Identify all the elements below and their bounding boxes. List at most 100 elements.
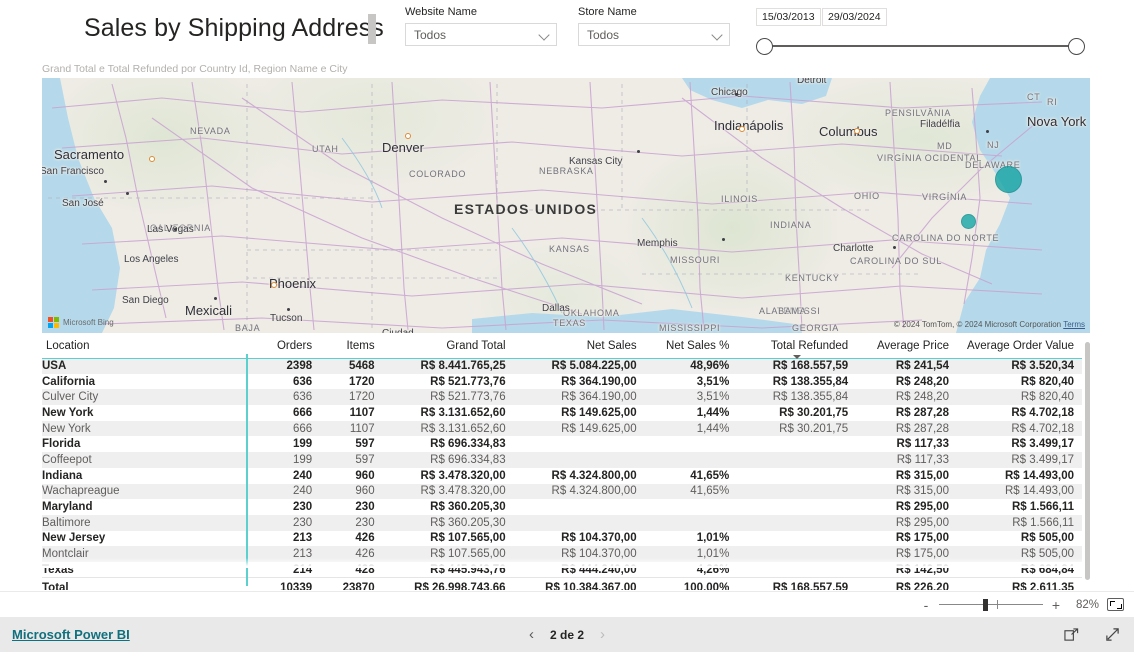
table-cell-location: Indiana xyxy=(42,469,83,482)
table-row[interactable]: Indiana 240 960 R$ 3.478.320,00 R$ 4.324.800… xyxy=(42,468,1082,484)
table-cell-total-refunded xyxy=(737,546,857,562)
table-cell-location: Maryland xyxy=(42,501,93,514)
date-end-field[interactable]: 29/03/2024 xyxy=(822,8,887,26)
date-range-chips: 15/03/2013 29/03/2024 xyxy=(750,8,1098,26)
table-cell-average-price: R$ 315,00 xyxy=(856,483,957,500)
zoom-slider-thumb[interactable] xyxy=(983,598,988,611)
column-header-grand-total[interactable]: Grand Total xyxy=(382,336,514,359)
table-cell-orders: 240 xyxy=(247,483,321,500)
fit-to-page-icon[interactable] xyxy=(1107,598,1124,611)
table-row[interactable]: Texas 214 428 R$ 445.943,76 R$ 444.240,00 4,2… xyxy=(42,562,1082,578)
table-cell-total-refunded xyxy=(737,531,856,547)
next-page-button[interactable]: › xyxy=(600,627,605,642)
table-row[interactable]: Montclair 213 426 R$ 107.565,00 R$ 104.370,0… xyxy=(42,546,1082,562)
table-cell-net-sales-pct xyxy=(645,436,738,452)
table-cell-net-sales-pct: 4,26% xyxy=(696,563,730,576)
fullscreen-icon[interactable] xyxy=(1105,627,1120,642)
total-row-location: Total xyxy=(42,577,248,590)
table-row[interactable]: Maryland 230 230 R$ 360.205,30 R$ 295,00 R$ 1… xyxy=(42,499,1082,515)
column-header-average-price[interactable]: Average Price xyxy=(856,336,957,359)
column-header-orders[interactable]: Orders xyxy=(247,336,321,359)
column-header-location[interactable]: Location xyxy=(42,336,248,359)
table-row[interactable]: Culver City 636 1720 R$ 521.773,76 R$ 364.19… xyxy=(42,389,1082,406)
table-cell-net-sales-pct: 3,51% xyxy=(644,389,738,406)
table-cell-location: New York xyxy=(42,420,248,437)
matrix-header-row: Location Orders Items Grand Total Net Sa… xyxy=(42,336,1082,359)
table-cell-grand-total: R$ 521.773,76 xyxy=(382,389,514,406)
map-bubble-maryland[interactable] xyxy=(961,214,976,229)
title-accent-bar xyxy=(368,14,376,44)
zoom-slider[interactable] xyxy=(939,598,1043,611)
total-row-total-refunded: R$ 168.557,59 xyxy=(737,577,857,590)
table-cell-total-refunded: R$ 138.355,84 xyxy=(772,375,849,388)
table-cell-total-refunded xyxy=(737,499,856,515)
table-cell-net-sales: R$ 4.324.800,00 xyxy=(513,483,645,500)
map-city-dot xyxy=(893,246,896,249)
table-cell-location: Florida xyxy=(42,438,81,451)
column-header-average-order-value[interactable]: Average Order Value xyxy=(956,336,1082,359)
table-cell-average-price: R$ 117,33 xyxy=(896,438,949,451)
report-footer: Microsoft Power BI ‹ 2 de 2 › xyxy=(0,617,1134,652)
map-city-dot xyxy=(722,238,725,241)
column-header-net-sales-pct[interactable]: Net Sales % xyxy=(644,336,738,359)
column-header-items[interactable]: Items xyxy=(320,336,383,359)
map-city-dot xyxy=(104,180,107,183)
powerbi-brand-link[interactable]: Microsoft Power BI xyxy=(12,627,130,642)
table-row[interactable]: New York 666 1107 R$ 3.131.652,60 R$ 149.625… xyxy=(42,405,1082,421)
matrix-visual[interactable]: Location Orders Items Grand Total Net Sa… xyxy=(42,336,1090,590)
column-header-total-refunded-label: Total Refunded xyxy=(770,339,849,352)
table-cell-orders: 213 xyxy=(292,532,313,545)
table-cell-average-price: R$ 287,28 xyxy=(856,420,957,437)
table-cell-grand-total: R$ 3.478.320,00 xyxy=(382,483,514,500)
slicer-website-name-dropdown[interactable]: Todos xyxy=(405,23,557,46)
zoom-in-button[interactable]: + xyxy=(1051,598,1061,612)
table-row[interactable]: New York 666 1107 R$ 3.131.652,60 R$ 149.625… xyxy=(42,420,1082,437)
table-cell-average-order-value: R$ 3.499,17 xyxy=(1011,438,1074,451)
table-row[interactable]: California 636 1720 R$ 521.773,76 R$ 364.190… xyxy=(42,374,1082,390)
total-row-average-order-value: R$ 2.611,35 xyxy=(956,577,1082,590)
table-cell-average-price: R$ 315,00 xyxy=(895,469,949,482)
table-cell-items: 426 xyxy=(320,546,383,562)
table-cell-net-sales: R$ 149.625,00 xyxy=(513,420,645,437)
table-cell-average-order-value: R$ 3.520,34 xyxy=(956,358,1082,374)
page-indicator: 2 de 2 xyxy=(549,627,585,642)
table-row[interactable]: Florida 199 597 R$ 696.334,83 R$ 117,33 R$ 3.… xyxy=(42,436,1082,452)
table-cell-items: 960 xyxy=(355,469,375,482)
zoom-out-button[interactable]: - xyxy=(921,598,931,612)
table-cell-average-order-value: R$ 4.702,18 xyxy=(1011,406,1074,419)
table-row[interactable]: Baltimore 230 230 R$ 360.205,30 R$ 295,00 R$ … xyxy=(42,514,1082,531)
slicer-store-name-dropdown[interactable]: Todos xyxy=(578,23,730,46)
table-cell-total-refunded xyxy=(737,514,857,531)
table-cell-grand-total: R$ 696.334,83 xyxy=(430,438,506,451)
table-cell-net-sales-pct: 3,51% xyxy=(696,375,730,388)
table-cell-net-sales-pct: 41,65% xyxy=(690,469,730,482)
date-slider-handle-end[interactable] xyxy=(1068,38,1085,55)
table-cell-items: 426 xyxy=(355,532,375,545)
table-cell-grand-total: R$ 107.565,00 xyxy=(382,546,514,562)
date-slider-handle-start[interactable] xyxy=(756,38,773,55)
table-cell-average-price: R$ 117,33 xyxy=(856,452,957,468)
table-row[interactable]: Wachapreague 240 960 R$ 3.478.320,00 R$ 4.32… xyxy=(42,483,1082,500)
chevron-down-icon xyxy=(539,29,550,40)
date-start-field[interactable]: 15/03/2013 xyxy=(756,8,821,26)
column-header-net-sales[interactable]: Net Sales xyxy=(513,336,645,359)
table-row[interactable]: Coffeepot 199 597 R$ 696.334,83 R$ 117,33 R$ … xyxy=(42,452,1082,468)
table-cell-orders: 199 xyxy=(292,438,313,451)
matrix-vertical-scrollbar[interactable] xyxy=(1085,342,1090,580)
table-cell-total-refunded xyxy=(737,468,856,484)
map-bubble-new-york[interactable] xyxy=(995,166,1022,193)
map-visual[interactable]: ESTADOS UNIDOS NEVADA UTAH COLORADO CALI… xyxy=(42,78,1090,333)
previous-page-button[interactable]: ‹ xyxy=(529,627,534,642)
map-terms-link[interactable]: Terms xyxy=(1063,320,1085,329)
share-icon[interactable] xyxy=(1064,627,1079,642)
slicer-website-name-label: Website Name xyxy=(405,6,477,18)
table-cell-net-sales-pct: 1,01% xyxy=(696,532,730,545)
date-slider-track[interactable] xyxy=(766,45,1078,47)
table-cell-orders: 636 xyxy=(247,389,321,406)
table-row[interactable]: New Jersey 213 426 R$ 107.565,00 R$ 104.370,… xyxy=(42,531,1082,547)
map-city-dot xyxy=(214,297,217,300)
table-cell-average-order-value: R$ 3.499,17 xyxy=(956,452,1082,468)
table-row[interactable]: USA 2398 5468 R$ 8.441.765,25 R$ 5.084.225,0… xyxy=(42,358,1082,374)
column-header-total-refunded[interactable]: Total Refunded xyxy=(737,336,857,359)
table-cell-orders: 666 xyxy=(247,420,321,437)
